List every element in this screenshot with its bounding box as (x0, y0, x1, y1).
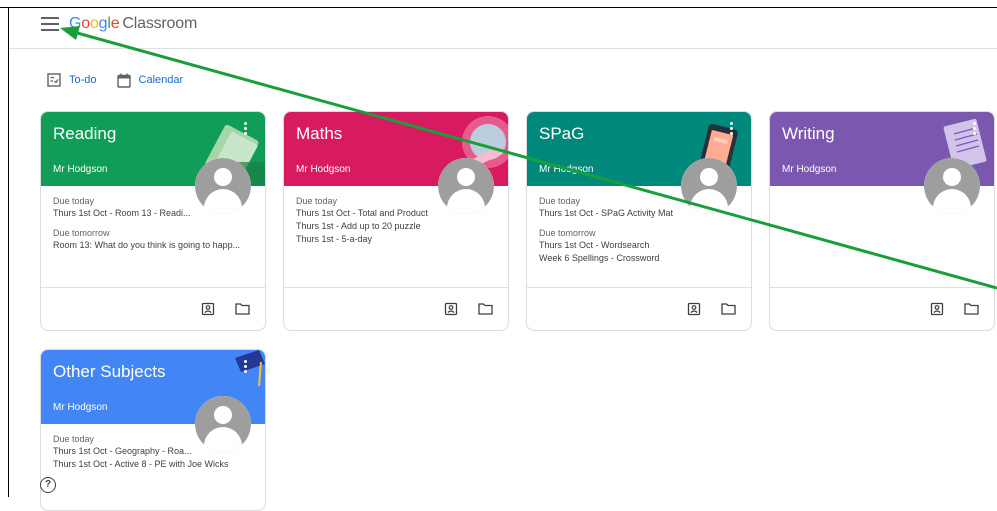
card-header[interactable]: Maths Mr Hodgson (284, 112, 508, 214)
assignment-link[interactable]: Thurs 1st Oct - Active 8 - PE with Joe W… (53, 459, 253, 469)
card-footer (41, 287, 265, 330)
class-card-writing[interactable]: Writing Mr Hodgson (769, 111, 995, 331)
google-classroom-logo[interactable]: Google Classroom (69, 15, 197, 33)
todo-link[interactable]: To-do (47, 73, 97, 87)
class-title[interactable]: Reading (53, 124, 116, 144)
assignment-link[interactable]: Room 13: What do you think is going to h… (53, 240, 253, 250)
logo-letter: o (89, 15, 99, 32)
teacher-avatar (195, 158, 251, 214)
card-header[interactable]: SPaG Mr Hodgson (527, 112, 751, 214)
folder-icon[interactable] (235, 302, 250, 315)
class-title[interactable]: Maths (296, 124, 342, 144)
due-label: Due tomorrow (539, 228, 596, 238)
more-options-icon[interactable] (244, 360, 247, 375)
folder-icon[interactable] (721, 302, 736, 315)
teacher-name[interactable]: Mr Hodgson (539, 164, 593, 175)
class-card-reading[interactable]: Reading Mr Hodgson Due today Thurs 1st O… (40, 111, 266, 331)
help-icon[interactable]: ? (40, 477, 56, 493)
more-options-icon[interactable] (730, 122, 733, 137)
todo-icon (47, 73, 61, 87)
class-title[interactable]: Other Subjects (53, 362, 165, 382)
teacher-name[interactable]: Mr Hodgson (296, 164, 350, 175)
more-options-icon[interactable] (973, 122, 976, 137)
card-header[interactable]: Reading Mr Hodgson (41, 112, 265, 214)
teacher-name[interactable]: Mr Hodgson (782, 164, 836, 175)
logo-suffix: Classroom (122, 15, 198, 32)
calendar-label: Calendar (138, 74, 184, 86)
student-work-icon[interactable] (444, 302, 458, 316)
card-footer (284, 287, 508, 330)
class-title[interactable]: SPaG (539, 124, 584, 144)
app-header: Google Classroom (9, 8, 997, 49)
more-options-icon[interactable] (244, 122, 247, 137)
graduation-cap-illustration-icon (235, 350, 265, 387)
teacher-avatar (195, 396, 251, 452)
teacher-name[interactable]: Mr Hodgson (53, 164, 107, 175)
logo-letter: G (69, 15, 82, 32)
teacher-avatar (924, 158, 980, 214)
assignment-link[interactable]: Week 6 Spellings - Crossword (539, 253, 739, 263)
assignment-link[interactable]: Thurs 1st - Add up to 20 puzzle (296, 221, 496, 231)
todo-label: To-do (69, 74, 97, 86)
main-menu-icon[interactable] (41, 17, 59, 31)
teacher-name[interactable]: Mr Hodgson (53, 402, 107, 413)
class-title[interactable]: Writing (782, 124, 835, 144)
teacher-avatar (438, 158, 494, 214)
assignment-link[interactable]: Thurs 1st Oct - Wordsearch (539, 240, 739, 250)
logo-letter: e (110, 15, 120, 32)
card-header[interactable]: Writing Mr Hodgson (770, 112, 994, 214)
class-card-other-subjects[interactable]: Other Subjects Mr Hodgson Due today Thur… (40, 349, 266, 511)
logo-letter: o (81, 15, 90, 32)
card-header[interactable]: Other Subjects Mr Hodgson (41, 350, 265, 452)
calendar-icon (116, 73, 131, 88)
folder-icon[interactable] (478, 302, 493, 315)
class-card-spag[interactable]: SPaG Mr Hodgson Due today Thurs 1st Oct … (526, 111, 752, 331)
calendar-link[interactable]: Calendar (116, 73, 184, 88)
frame-left-border (8, 7, 9, 497)
teacher-avatar (681, 158, 737, 214)
toolbar: To-do Calendar (47, 70, 203, 90)
due-label: Due tomorrow (53, 228, 110, 238)
card-footer (527, 287, 751, 330)
folder-icon[interactable] (964, 302, 979, 315)
student-work-icon[interactable] (201, 302, 215, 316)
student-work-icon[interactable] (930, 302, 944, 316)
card-footer (770, 287, 994, 330)
class-card-maths[interactable]: Maths Mr Hodgson Due today Thurs 1st Oct… (283, 111, 509, 331)
student-work-icon[interactable] (687, 302, 701, 316)
assignment-link[interactable]: Thurs 1st - 5-a-day (296, 234, 496, 244)
